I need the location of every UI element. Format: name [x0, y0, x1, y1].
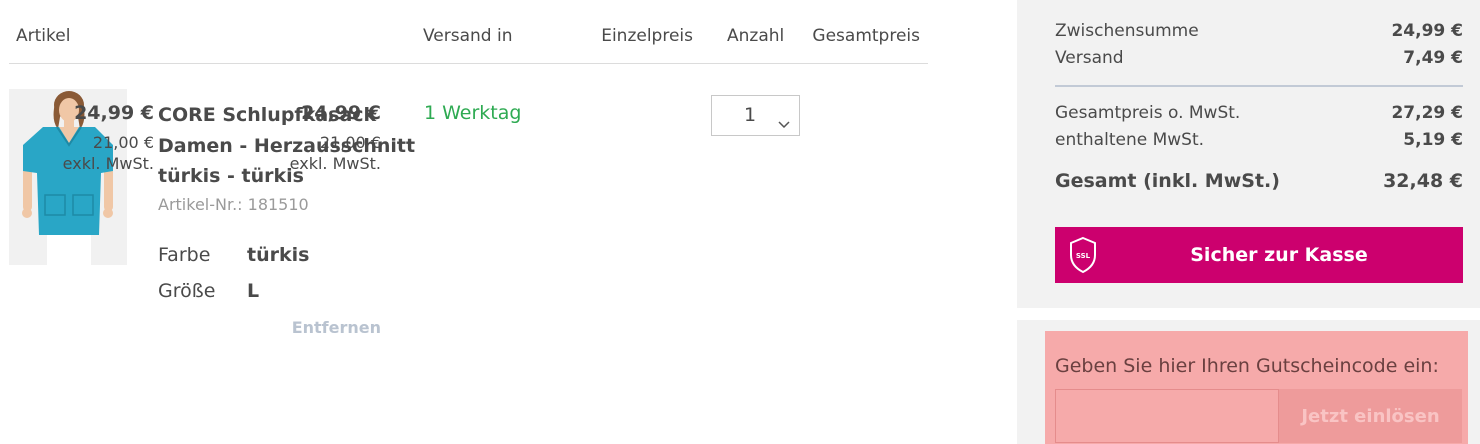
order-summary: Zwischensumme 24,99 € Versand 7,49 € Ges… — [1017, 0, 1480, 308]
quantity-value: 1 — [744, 104, 757, 126]
header-shipping: Versand in — [423, 26, 513, 46]
total-price-net-note: exkl. MwSt. — [289, 154, 381, 173]
cart-table: Artikel Versand in Einzelpreis Anzahl Ge… — [0, 0, 940, 444]
total-price-cell: 24,99 € 21,00 € exkl. MwSt. — [290, 102, 381, 174]
attribute-size-label: Größe — [158, 280, 216, 302]
subtotal-label: Zwischensumme — [1055, 21, 1199, 41]
checkout-button[interactable]: SSL Sicher zur Kasse — [1055, 227, 1463, 283]
remove-item-link[interactable]: Entfernen — [292, 318, 381, 337]
attribute-size-value: L — [247, 280, 260, 302]
total-price-net: 21,00 € — [319, 133, 381, 152]
quantity-select[interactable]: 1 — [711, 95, 800, 136]
delivery-time: 1 Werktag — [424, 102, 522, 124]
shipping-value: 7,49 € — [1403, 48, 1463, 68]
net-total-value: 27,29 € — [1391, 103, 1463, 123]
unit-price: 24,99 € — [74, 102, 154, 124]
grand-total-value: 32,48 € — [1383, 170, 1463, 192]
unit-price-net-note: exkl. MwSt. — [62, 154, 154, 173]
coupon-label: Geben Sie hier Ihren Gutscheincode ein: — [1055, 355, 1439, 377]
header-article: Artikel — [16, 26, 71, 46]
header-unit-price: Einzelpreis — [601, 26, 693, 46]
attribute-color-label: Farbe — [158, 244, 211, 266]
vat-label: enthaltene MwSt. — [1055, 130, 1205, 150]
chevron-down-icon — [778, 112, 790, 134]
header-quantity: Anzahl — [727, 26, 785, 46]
product-sku: Artikel-Nr.: 181510 — [158, 195, 309, 214]
cart-table-header: Artikel Versand in Einzelpreis Anzahl Ge… — [9, 0, 928, 64]
grand-total-label: Gesamt (inkl. MwSt.) — [1055, 170, 1280, 192]
summary-divider — [1055, 85, 1463, 87]
unit-price-cell: 24,99 € 21,00 € exkl. MwSt. — [63, 102, 154, 174]
coupon-code-input[interactable] — [1055, 389, 1279, 443]
coupon-section: Geben Sie hier Ihren Gutscheincode ein: … — [1017, 320, 1480, 444]
shipping-label: Versand — [1055, 48, 1124, 68]
attribute-color-value: türkis — [247, 244, 310, 266]
net-total-label: Gesamtpreis o. MwSt. — [1055, 103, 1241, 123]
coupon-box: Geben Sie hier Ihren Gutscheincode ein: … — [1045, 331, 1468, 444]
checkout-label: Sicher zur Kasse — [1190, 244, 1368, 266]
unit-price-net: 21,00 € — [92, 133, 154, 152]
header-total-price: Gesamtpreis — [812, 26, 920, 46]
total-price: 24,99 € — [301, 102, 381, 124]
vat-value: 5,19 € — [1403, 130, 1463, 150]
subtotal-value: 24,99 € — [1391, 21, 1463, 41]
redeem-coupon-button[interactable]: Jetzt einlösen — [1279, 389, 1462, 443]
